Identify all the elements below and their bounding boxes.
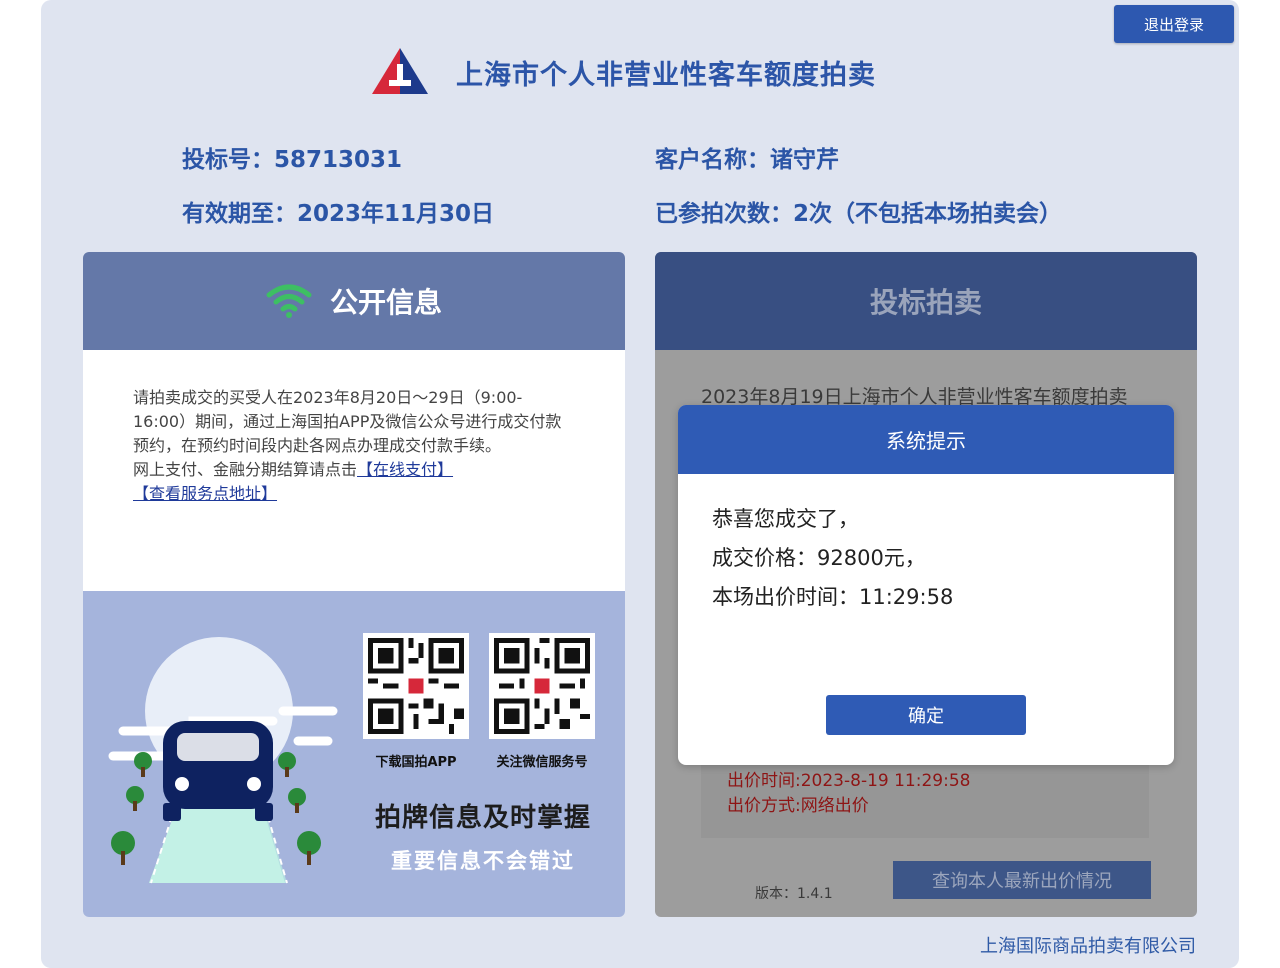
participation-count-label: 已参拍次数： (655, 201, 793, 227)
service-address-link[interactable]: 【查看服务点地址】 (133, 484, 277, 503)
public-info-panel: 公开信息 请拍卖成交的买受人在2023年8月20日～29日（9:00-16:00… (83, 252, 625, 917)
public-info-header: 公开信息 (83, 252, 625, 350)
customer-name-label: 客户名称： (655, 147, 770, 173)
dialog-message: 恭喜您成交了， 成交价格：92800元， 本场出价时间：11:29:58 (678, 474, 1174, 617)
qr-code-app (363, 633, 469, 739)
qr-wechat-caption: 关注微信服务号 (496, 755, 588, 770)
wifi-icon (266, 284, 312, 318)
public-info-body: 请拍卖成交的买受人在2023年8月20日～29日（9:00-16:00）期间，通… (83, 350, 625, 591)
customer-name-value: 诸守芹 (770, 147, 839, 173)
qr-app-caption: 下载国拍APP (375, 755, 457, 770)
bid-number-label: 投标号： (182, 147, 274, 173)
public-info-title: 公开信息 (329, 286, 442, 319)
dialog-line-congrats: 恭喜您成交了， (712, 507, 859, 531)
confirm-button[interactable]: 确定 (826, 695, 1026, 735)
valid-until-value: 2023年11月30日 (297, 201, 495, 227)
bid-time: 出价时间:2023-8-19 11:29:58 (727, 771, 971, 791)
promo-slogan-main: 拍牌信息及时掌握 (374, 803, 591, 833)
auction-logo-icon (372, 48, 428, 94)
car-illustration (108, 637, 338, 884)
bidding-title: 投标拍卖 (869, 286, 982, 319)
payment-text: 网上支付、金融分期结算请点击 (133, 460, 358, 479)
notice-paragraph: 请拍卖成交的买受人在2023年8月20日～29日（9:00-16:00）期间，通… (133, 388, 562, 455)
promo-slogan-sub: 重要信息不会错过 (391, 849, 575, 873)
bidding-header: 投标拍卖 (655, 252, 1197, 350)
valid-until-label: 有效期至： (182, 201, 297, 227)
online-pay-link[interactable]: 【在线支付】 (357, 460, 453, 479)
participation-count-value: 2次（不包括本场拍卖会） (793, 201, 1063, 227)
qr-code-wechat (489, 633, 595, 739)
logout-button[interactable]: 退出登录 (1114, 5, 1234, 43)
dialog-title: 系统提示 (678, 405, 1174, 474)
company-footer: 上海国际商品拍卖有限公司 (980, 936, 1196, 957)
bid-number-value: 58713031 (274, 147, 403, 173)
bid-number: 投标号：58713031 (182, 140, 402, 174)
version-label: 版本：1.4.1 (755, 886, 833, 902)
dialog-line-price: 成交价格：92800元， (712, 546, 926, 570)
dialog-line-time: 本场出价时间：11:29:58 (712, 585, 954, 609)
system-dialog: 系统提示 恭喜您成交了， 成交价格：92800元， 本场出价时间：11:29:5… (678, 405, 1174, 765)
customer-name: 客户名称：诸守芹 (655, 140, 839, 174)
bid-method: 出价方式:网络出价 (727, 796, 869, 816)
page-title: 上海市个人非营业性客车额度拍卖 (456, 59, 876, 91)
page-header: 上海市个人非营业性客车额度拍卖 (370, 46, 876, 98)
query-latest-bid-button[interactable]: 查询本人最新出价情况 (893, 861, 1151, 899)
payment-line: 网上支付、金融分期结算请点击【在线支付】 (133, 458, 575, 482)
promo-banner: 下载国拍APP 关注微信服务号 拍牌信息及时掌握 重要信息不会错过 (83, 591, 625, 917)
participation-count: 已参拍次数：2次（不包括本场拍卖会） (655, 194, 1062, 228)
valid-until: 有效期至：2023年11月30日 (182, 194, 494, 228)
